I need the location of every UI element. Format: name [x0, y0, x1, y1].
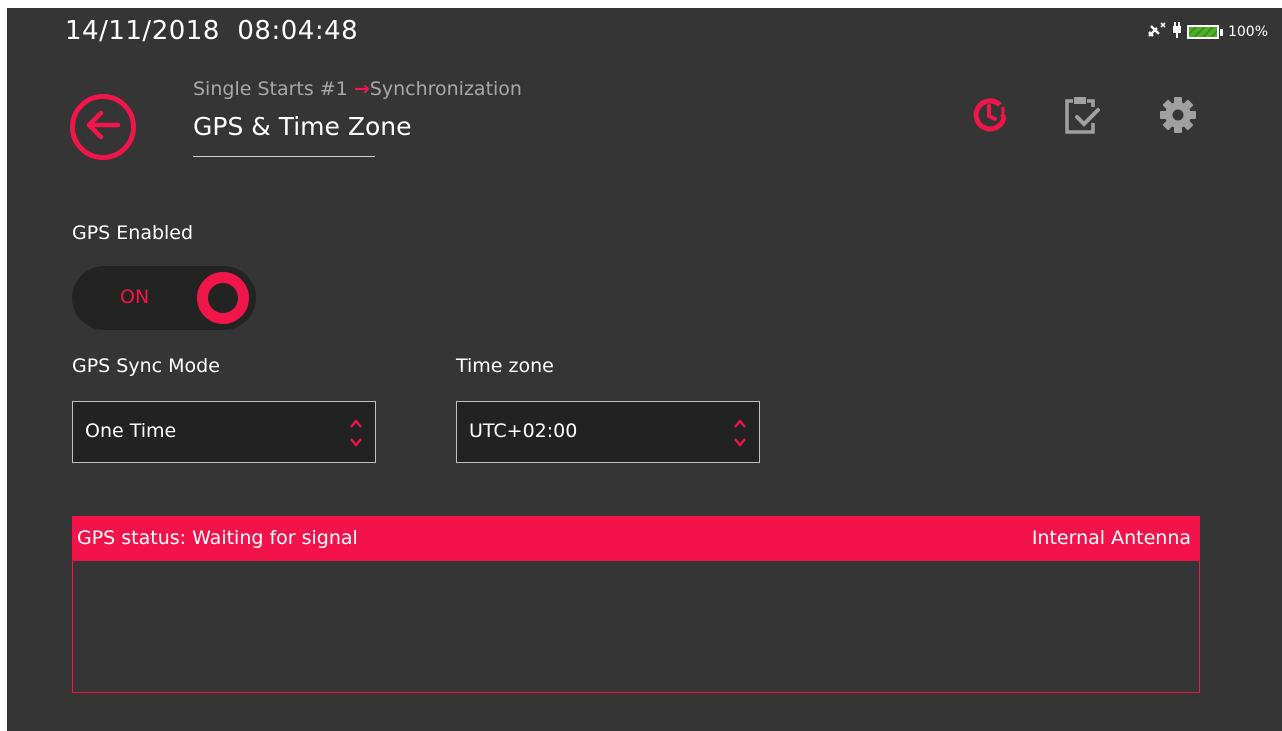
plug-icon [1172, 22, 1182, 42]
gps-status-panel: GPS status: Waiting for signal Internal … [72, 516, 1200, 693]
breadcrumb-current: Synchronization [369, 78, 522, 100]
time-zone-label: Time zone [456, 355, 554, 377]
time-zone-value: UTC+02:00 [469, 420, 578, 442]
battery-percent: 100% [1227, 24, 1268, 40]
satellite-off-icon [1147, 22, 1167, 42]
back-button[interactable] [70, 94, 136, 160]
breadcrumb: Single Starts #1 →Synchronization [193, 78, 522, 100]
gps-antenna-text: Internal Antenna [1031, 527, 1191, 549]
gps-enabled-toggle[interactable]: ON [72, 266, 256, 330]
sync-mode-value: One Time [85, 420, 177, 442]
toggle-knob [197, 272, 249, 324]
arrow-left-icon [85, 110, 121, 144]
gps-enabled-label: GPS Enabled [72, 222, 194, 244]
time-zone-select[interactable]: UTC+02:00 [456, 401, 760, 463]
toggle-state-label: ON [120, 286, 150, 308]
gps-status-text: GPS status: Waiting for signal [77, 527, 358, 549]
breadcrumb-parent[interactable]: Single Starts #1 [193, 78, 348, 100]
up-down-chevron-icon [349, 416, 363, 450]
sync-mode-label: GPS Sync Mode [72, 355, 220, 377]
device-screen: 14/11/2018 08:04:48 100% Single Starts #… [7, 8, 1282, 731]
title-underline [193, 156, 375, 157]
clipboard-check-icon[interactable] [1057, 90, 1107, 140]
gps-status-header: GPS status: Waiting for signal Internal … [73, 517, 1199, 561]
gear-icon[interactable] [1153, 90, 1203, 140]
sync-mode-select[interactable]: One Time [72, 401, 376, 463]
arrow-right-icon: → [353, 78, 370, 100]
clock-sync-icon[interactable] [965, 90, 1015, 140]
battery-tip [1219, 28, 1223, 36]
page-title: GPS & Time Zone [193, 112, 412, 141]
up-down-chevron-icon [733, 416, 747, 450]
battery-icon [1186, 25, 1219, 39]
status-datetime: 14/11/2018 08:04:48 [65, 16, 359, 46]
status-icons: 100% [1147, 22, 1268, 42]
